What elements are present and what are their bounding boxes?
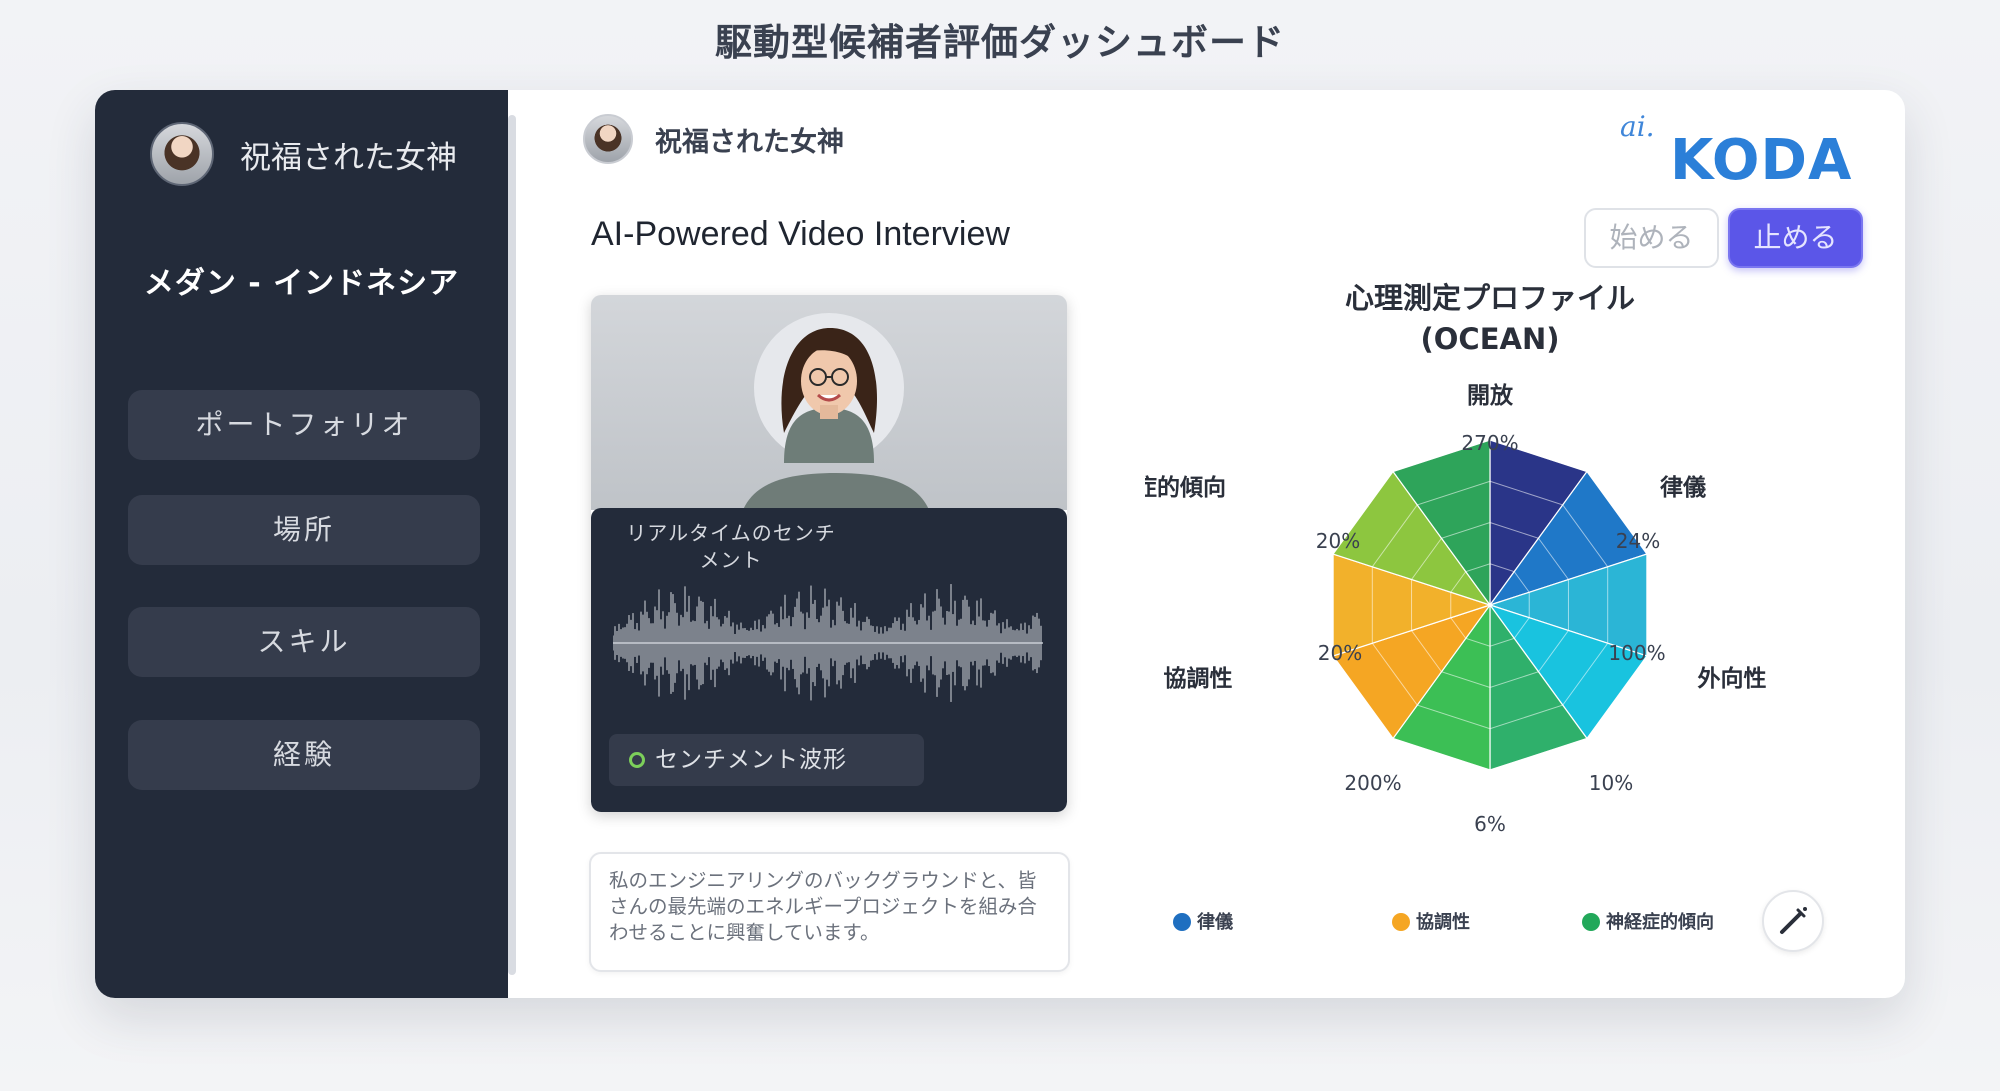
chart-title-text: 心理測定プロファイル — [1344, 281, 1635, 315]
legend-label: 神経症的傾向 — [1606, 912, 1714, 933]
legend-dot — [1173, 913, 1191, 931]
candidate-video — [591, 295, 1067, 515]
legend-item-conscientiousness: 律儀 — [1173, 908, 1233, 934]
axis-label: 外向性 — [1698, 665, 1767, 692]
start-button[interactable]: 始める — [1584, 208, 1719, 268]
value-label: 20% — [1318, 641, 1362, 665]
legend-item-agreeableness: 協調性 — [1392, 908, 1470, 934]
sentiment-panel: リアルタイムのセンチメント センチメント波形 — [591, 508, 1067, 812]
value-label: 100% — [1608, 641, 1665, 665]
legend-label: 律儀 — [1197, 912, 1233, 933]
header-user-name: 祝福された女神 — [655, 127, 844, 158]
sidebar-user-name: 祝福された女神 — [240, 140, 457, 176]
axis-label: 律儀 — [1660, 474, 1706, 501]
interview-title: AI-Powered Video Interview — [591, 215, 1010, 253]
sidebar-item-skills[interactable]: スキル — [128, 607, 480, 677]
sidebar-item-location[interactable]: 場所 — [128, 495, 480, 565]
wave-label: センチメント波形 — [655, 747, 847, 773]
candidate-portrait — [754, 313, 904, 463]
chart-title: 心理測定プロファイル (OCEAN) — [1275, 278, 1705, 360]
sentiment-waveform — [613, 584, 1043, 702]
legend-dot — [1392, 913, 1410, 931]
value-label: 10% — [1589, 771, 1633, 795]
dashboard-window: 祝福された女神 メダン - インドネシア ポートフォリオ 場所 スキル 経験 祝… — [95, 90, 1905, 998]
legend-dot — [1582, 913, 1600, 931]
sidebar-item-experience[interactable]: 経験 — [128, 720, 480, 790]
value-label: 20% — [1316, 529, 1360, 553]
logo-name: KODA — [1670, 128, 1853, 193]
value-label: 200% — [1344, 771, 1401, 795]
ocean-radar-chart: 開放律儀外向性 協調性 神経症的傾向 270% 24% 100% 10% 6% 200% 20% 2… — [1145, 382, 1767, 836]
page-title: 駆動型候補者評価ダッシュボード — [715, 21, 1285, 64]
sidebar-scrollbar[interactable] — [508, 115, 516, 975]
axis-label: 神経症的傾向 — [1145, 474, 1226, 501]
chart-subtitle: (OCEAN) — [1420, 322, 1560, 356]
avatar[interactable] — [150, 122, 214, 186]
sidebar-location: メダン - インドネシア — [143, 266, 460, 301]
video-feed[interactable]: リアルタイムのセンチメント センチメント波形 — [591, 295, 1067, 812]
transcript-box: 私のエンジニアリングのバックグラウンドと、皆さんの最先端のエネルギープロジェクト… — [589, 852, 1070, 972]
sentiment-title: リアルタイムのセンチメント — [626, 521, 836, 572]
legend-item-neuroticism: 神経症的傾向 — [1582, 908, 1714, 934]
legend-label: 協調性 — [1416, 912, 1470, 933]
value-label: 6% — [1474, 812, 1506, 836]
sidebar-item-portfolio[interactable]: ポートフォリオ — [128, 390, 480, 460]
value-label: 24% — [1616, 529, 1660, 553]
koda-logo: ai. KODA — [1620, 110, 1880, 193]
value-label: 270% — [1461, 431, 1518, 455]
header-avatar[interactable] — [583, 114, 633, 164]
logo-prefix: ai. — [1620, 110, 1655, 143]
wand-icon — [1780, 907, 1807, 934]
stop-button[interactable]: 止める — [1728, 208, 1863, 268]
axis-label: 開放 — [1467, 382, 1514, 409]
sidebar: 祝福された女神 メダン - インドネシア ポートフォリオ 場所 スキル 経験 — [95, 90, 508, 998]
status-dot-icon — [629, 752, 645, 768]
sentiment-wave-button[interactable]: センチメント波形 — [609, 734, 924, 786]
tool-button[interactable] — [1762, 890, 1824, 952]
axis-label: 協調性 — [1164, 665, 1233, 692]
